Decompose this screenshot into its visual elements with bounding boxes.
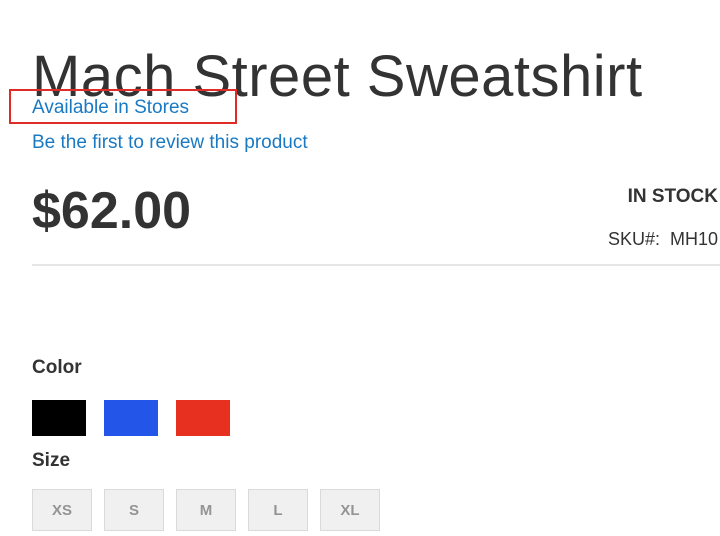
size-label: Size [32,450,71,471]
sku-label: SKU#: [607,229,660,249]
color-swatches [32,400,230,436]
product-sku: SKU#: MH10 [608,227,718,251]
size-option-l[interactable]: L [248,489,308,531]
size-option-xs[interactable]: XS [32,489,92,531]
size-option-m[interactable]: M [176,489,236,531]
color-swatch-blue[interactable] [104,400,158,436]
size-option-s[interactable]: S [104,489,164,531]
size-options: XS S M L XL [32,489,380,531]
sku-value: MH10 [669,229,718,249]
available-in-stores-link[interactable]: Available in Stores [32,96,189,120]
stock-status: IN STOCK [627,186,718,207]
product-price: $62.00 [32,182,192,240]
color-label: Color [32,357,82,378]
first-review-link[interactable]: Be the first to review this product [32,131,308,155]
divider [32,264,720,266]
size-option-xl[interactable]: XL [320,489,380,531]
color-swatch-black[interactable] [32,400,86,436]
color-swatch-red[interactable] [176,400,230,436]
